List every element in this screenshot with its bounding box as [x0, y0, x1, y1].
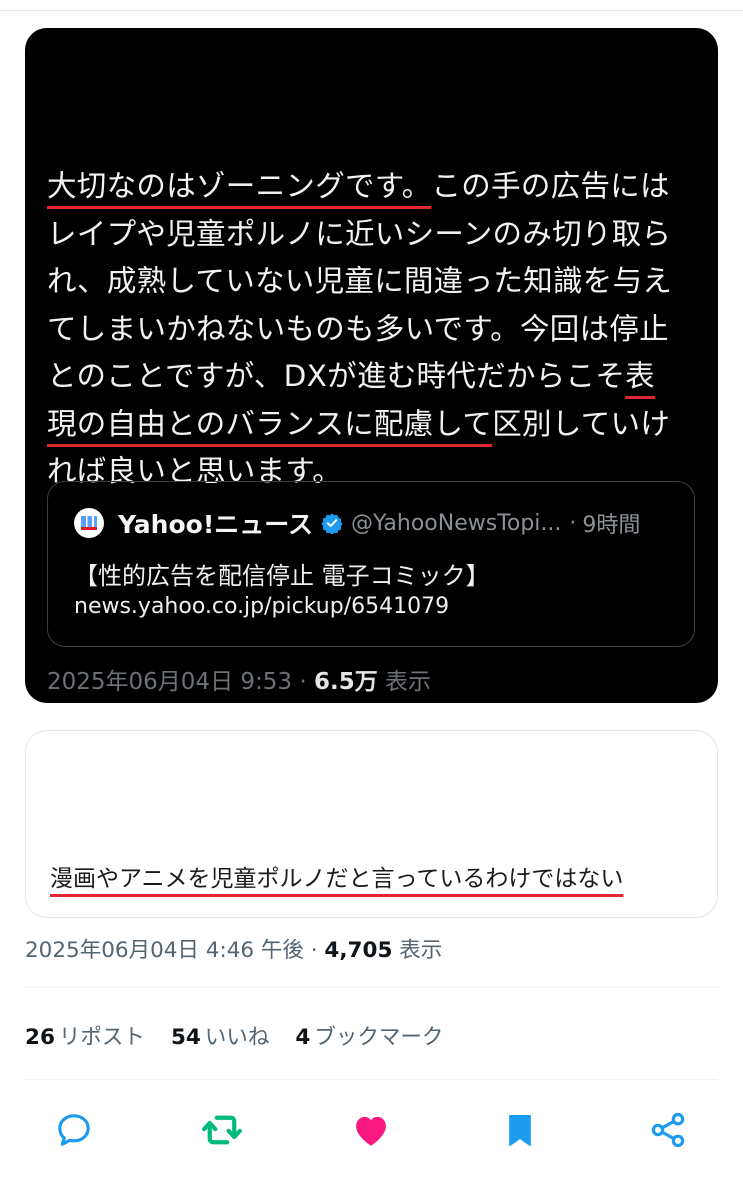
divider	[25, 1079, 718, 1080]
repost-button[interactable]	[200, 1108, 244, 1152]
text-line: 現の自由とのバランスに配慮して区別していけ	[47, 406, 671, 441]
bookmark-button[interactable]	[498, 1108, 542, 1152]
quoted-author-name: Yahoo!ニュース	[118, 510, 313, 539]
text-line: てしまいかねないものも多いです。今回は停止	[47, 311, 669, 346]
embedded-views-count: 6.5万	[313, 669, 378, 695]
heart-icon	[356, 1116, 386, 1146]
quoted-title: 【性的広告を配信停止 電子コミック】	[74, 562, 490, 590]
bookmark-icon	[509, 1115, 531, 1147]
quoted-handle: @YahooNewsTopi...	[350, 510, 562, 536]
separator-dot: ·	[569, 510, 577, 536]
views-count: 4,705	[324, 938, 393, 963]
top-divider	[0, 10, 743, 11]
share-icon	[651, 1112, 685, 1148]
reply-icon	[58, 1114, 90, 1146]
action-bar	[0, 1108, 743, 1152]
text-line: とのことですが、DXが進む時代だからこそ表	[47, 359, 655, 393]
stat-bookmarks[interactable]: 4 ブックマーク	[295, 1020, 443, 1051]
embedded-views-label: 表示	[385, 669, 432, 695]
repost-icon	[202, 1115, 242, 1145]
verified-badge-icon	[321, 513, 343, 534]
text-line: 大切なのはゾーニングです。この手の広告には	[47, 169, 670, 203]
text-line: レイプや児童ポルノに近いシーンのみ切り取ら	[47, 216, 672, 251]
underlined-phrase: 現の自由とのバランスに配慮して	[47, 406, 493, 441]
embedded-post-text: 大切なのはゾーニングです。この手の広告には レイプや児童ポルノに近いシーンのみ切…	[47, 163, 707, 496]
embedded-post-screenshot: 大切なのはゾーニングです。この手の広告には レイプや児童ポルノに近いシーンのみ切…	[25, 28, 718, 703]
views-label: 表示	[399, 938, 443, 963]
embedded-datetime: 2025年06月04日 9:53	[47, 669, 293, 695]
separator-dot: ·	[310, 938, 318, 963]
quoted-url: news.yahoo.co.jp/pickup/6541079	[74, 594, 450, 619]
quoted-news-card: Yahoo!ニュース @YahooNewsTopi... · 9時間 【性的広告…	[47, 481, 695, 647]
share-button[interactable]	[646, 1108, 690, 1152]
quoted-header: Yahoo!ニュース @YahooNewsTopi... · 9時間	[74, 508, 641, 539]
stat-reposts[interactable]: 26 リポスト	[25, 1020, 145, 1051]
underlined-phrase: 大切なのはゾーニングです。	[47, 169, 432, 203]
quoted-post-text: 漫画やアニメを児童ポルノだと言っているわけではない	[50, 866, 624, 892]
divider	[25, 987, 718, 988]
yahoo-news-avatar	[74, 508, 104, 538]
underlined-phrase: 表	[625, 359, 655, 393]
engagement-stats: 26 リポスト 54 いいね 4 ブックマーク	[25, 1020, 469, 1051]
quoted-post-card[interactable]: 漫画やアニメを児童ポルノだと言っているわけではない	[25, 730, 718, 918]
reply-button[interactable]	[52, 1108, 96, 1152]
embedded-post-meta: 2025年06月04日 9:53 · 6.5万 表示	[47, 662, 431, 696]
quoted-time: 9時間	[582, 513, 641, 538]
separator-dot: ·	[299, 669, 307, 695]
post-datetime[interactable]: 2025年06月04日 4:46 午後	[25, 938, 304, 963]
like-button[interactable]	[349, 1108, 393, 1152]
stat-likes[interactable]: 54 いいね	[171, 1020, 269, 1051]
yahoo-logo-icon	[81, 516, 97, 530]
post-meta: 2025年06月04日 4:46 午後 · 4,705 表示	[25, 933, 442, 964]
text-line: れ、成熟していない児童に間違った知識を与え	[47, 264, 673, 298]
